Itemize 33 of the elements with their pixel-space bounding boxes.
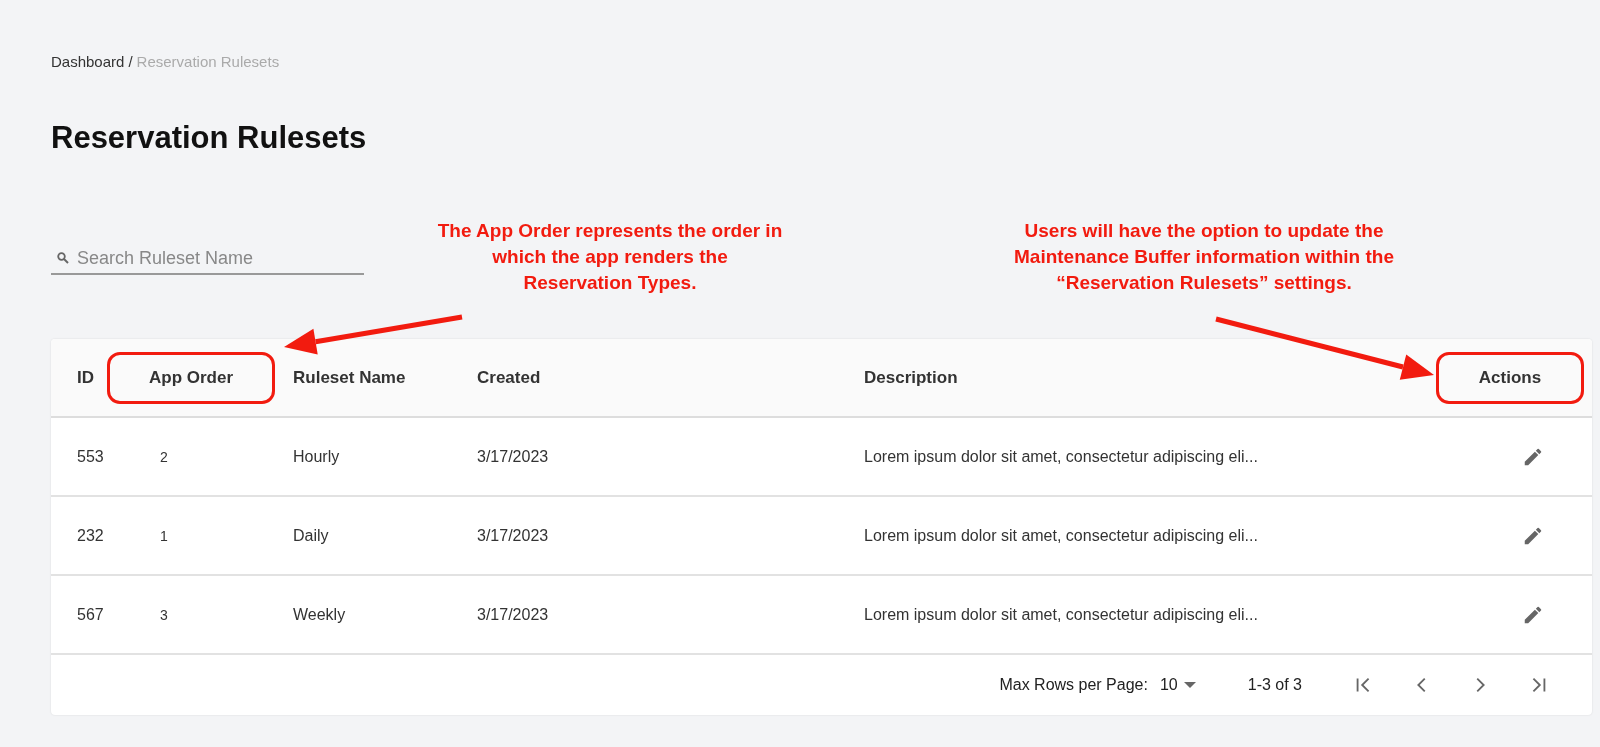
search-icon xyxy=(57,252,69,264)
column-header: Created xyxy=(476,367,542,388)
table-cell-text: Lorem ipsum dolor sit amet, consectetur adipiscing eli... xyxy=(863,605,1259,624)
table-cell-text: Lorem ipsum dolor sit amet, consectetur adipiscing eli... xyxy=(863,447,1259,466)
table-cell-text: Weekly xyxy=(292,605,347,624)
column-header: Ruleset Name xyxy=(292,367,407,388)
table-cell-text: Daily xyxy=(292,526,330,545)
rows-per-page-select[interactable]: 10 xyxy=(1159,676,1196,694)
table-cell-text: 3/17/2023 xyxy=(476,526,550,545)
breadcrumb-item: Reservation Rulesets xyxy=(136,53,280,72)
breadcrumb-separator: / xyxy=(128,53,133,72)
table-cell-text: 553 xyxy=(76,447,105,466)
table-cell-text: 3 xyxy=(159,606,169,623)
search-field[interactable]: Search Ruleset Name xyxy=(77,247,347,269)
table-cell-text: 567 xyxy=(76,605,105,624)
page-title: Reservation Rulesets xyxy=(51,119,368,157)
page-range: 1-3 of 3 xyxy=(1247,676,1302,694)
breadcrumb-item[interactable]: Dashboard xyxy=(51,53,125,73)
table-cell-text: 3/17/2023 xyxy=(476,605,550,624)
table-cell-text: Lorem ipsum dolor sit amet, consectetur adipiscing eli... xyxy=(863,526,1259,545)
annotation-text: Users will have the option to update the Maintenance Buffer information within the “Reservation Rulesets” settings. xyxy=(1014,219,1394,295)
table-cell-text: 2 xyxy=(159,448,169,465)
column-header: ID xyxy=(76,367,95,388)
caret-icon xyxy=(1183,681,1196,689)
column-header: App Order xyxy=(110,354,272,401)
table-cell-text: Hourly xyxy=(292,447,341,466)
column-header: Description xyxy=(863,367,959,388)
annotation-text: The App Order represents the order in which the app renders the Reservation Types. xyxy=(437,219,783,295)
table-cell-text: 232 xyxy=(76,526,105,545)
table-cell-text: 3/17/2023 xyxy=(476,447,550,466)
rows-per-page-label: Max Rows per Page: xyxy=(999,676,1148,694)
table-cell-text: 1 xyxy=(159,527,169,544)
column-header: Actions xyxy=(1439,354,1581,401)
